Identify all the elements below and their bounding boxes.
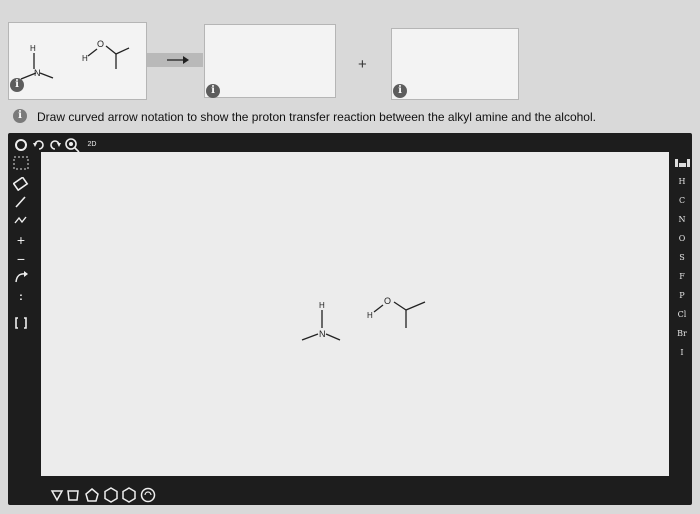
- amine-h-label: H: [319, 301, 325, 310]
- product-box-1[interactable]: [204, 24, 336, 98]
- amine-n-label: N: [34, 68, 41, 78]
- alcohol-h-label: H: [367, 311, 373, 320]
- element-p[interactable]: P: [672, 291, 692, 300]
- cyclohexane-icon[interactable]: [121, 487, 137, 503]
- element-n[interactable]: N: [672, 215, 692, 224]
- product-box-2[interactable]: [391, 28, 519, 100]
- amine-n-label: N: [319, 329, 326, 339]
- cyclopentane-icon[interactable]: [84, 487, 100, 503]
- undo-icon[interactable]: [32, 138, 46, 152]
- chain-icon[interactable]: [13, 213, 29, 227]
- info-icon[interactable]: i: [10, 78, 24, 92]
- reactants-structure: H N H O: [20, 39, 130, 80]
- arrow-icon[interactable]: [13, 270, 29, 286]
- periodic-table-icon[interactable]: [674, 158, 690, 168]
- bracket-icon[interactable]: [14, 316, 28, 330]
- info-icon[interactable]: i: [13, 109, 27, 123]
- reactants-box: H N H O: [8, 22, 147, 100]
- zoom-icon[interactable]: [64, 137, 80, 153]
- info-icon[interactable]: i: [393, 84, 407, 98]
- element-h[interactable]: H: [672, 177, 692, 186]
- element-i[interactable]: I: [672, 348, 692, 357]
- cyclobutane-icon[interactable]: [66, 488, 80, 502]
- eraser-icon[interactable]: [13, 177, 29, 191]
- charge-minus-icon[interactable]: −: [13, 252, 29, 266]
- alcohol-o-label: O: [97, 39, 104, 49]
- 2d-icon[interactable]: 2D: [84, 138, 100, 153]
- lone-pair-icon[interactable]: :: [13, 290, 29, 304]
- element-f[interactable]: F: [672, 272, 692, 281]
- info-icon[interactable]: i: [206, 84, 220, 98]
- question-text: Draw curved arrow notation to show the p…: [37, 110, 596, 124]
- element-o[interactable]: O: [672, 234, 692, 243]
- bond-icon[interactable]: [13, 195, 29, 209]
- benzene-icon[interactable]: [103, 487, 119, 503]
- select-tool-icon[interactable]: [13, 156, 29, 170]
- element-s[interactable]: S: [672, 253, 692, 262]
- canvas-structures: H N H O: [301, 296, 426, 341]
- element-cl[interactable]: Cl: [672, 310, 692, 319]
- charge-plus-icon[interactable]: +: [13, 233, 29, 247]
- amine-h-label: H: [30, 44, 36, 53]
- cyclopropane-icon[interactable]: [50, 488, 64, 502]
- element-br[interactable]: Br: [672, 329, 692, 338]
- redo-icon[interactable]: [48, 138, 62, 152]
- reaction-arrow: [147, 53, 203, 67]
- select-icon[interactable]: [14, 138, 28, 152]
- alcohol-h-label: H: [82, 54, 88, 63]
- cycloheptane-icon[interactable]: [139, 486, 157, 504]
- drawing-canvas[interactable]: H N H O: [41, 152, 669, 476]
- alcohol-o-label: O: [384, 296, 391, 306]
- plus-sign: +: [358, 56, 367, 73]
- element-c[interactable]: C: [672, 196, 692, 205]
